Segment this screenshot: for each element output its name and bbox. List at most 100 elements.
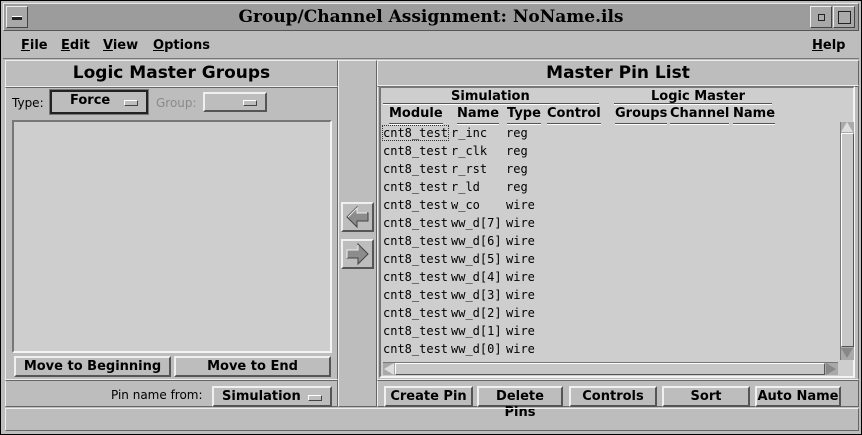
cell-type: reg — [506, 144, 528, 158]
cell-module: cnt8_test — [381, 125, 450, 141]
simulation-group-header: Simulation — [451, 89, 530, 104]
table-row[interactable]: cnt8_test ww_d[7] wire — [381, 216, 836, 232]
cell-name: ww_d[2] — [451, 306, 502, 320]
column-lm-name[interactable]: Name — [733, 106, 776, 125]
table-row[interactable]: cnt8_test r_inc reg — [381, 125, 836, 142]
move-to-end-button[interactable]: Move to End — [174, 356, 331, 377]
move-right-button[interactable] — [341, 239, 374, 269]
scroll-down-icon[interactable] — [841, 348, 853, 358]
cell-name: w_co — [451, 198, 480, 212]
groups-list[interactable] — [12, 120, 332, 353]
table-row[interactable]: cnt8_test ww_d[0] wire — [381, 342, 836, 358]
app-window: Group/Channel Assignment: NoName.ils Fil… — [0, 0, 862, 435]
cell-type: wire — [506, 342, 535, 356]
status-bar — [5, 408, 859, 431]
column-name[interactable]: Name — [457, 106, 500, 125]
type-label: Type: — [12, 96, 44, 110]
move-left-button[interactable] — [341, 202, 374, 232]
cell-type: reg — [506, 126, 528, 140]
cell-module: cnt8_test — [383, 306, 449, 320]
cell-type: wire — [506, 234, 535, 248]
menu-edit[interactable]: Edit — [61, 38, 90, 53]
table-row[interactable]: cnt8_test r_clk reg — [381, 144, 836, 160]
table-row[interactable]: cnt8_test ww_d[6] wire — [381, 234, 836, 250]
horizontal-scroll-thumb[interactable] — [395, 363, 825, 375]
transfer-column — [338, 60, 377, 407]
maximize-button[interactable] — [833, 6, 855, 28]
delete-pins-button[interactable]: Delete Pins — [477, 386, 563, 420]
cell-name: ww_d[5] — [451, 252, 502, 266]
arrow-right-icon — [346, 242, 369, 266]
cell-name: r_rst — [451, 162, 488, 176]
master-pin-list-heading: Master Pin List — [546, 63, 690, 83]
divider — [5, 379, 338, 381]
group-dropdown[interactable] — [203, 92, 267, 112]
cell-type: wire — [506, 198, 535, 212]
table-row[interactable]: cnt8_test r_rst reg — [381, 162, 836, 178]
scroll-up-icon[interactable] — [841, 122, 853, 132]
cell-name: ww_d[3] — [451, 288, 502, 302]
sort-button[interactable]: Sort — [662, 386, 750, 407]
table-row[interactable]: cnt8_test ww_d[2] wire — [381, 306, 836, 322]
cell-module: cnt8_test — [383, 252, 449, 266]
scroll-right-icon[interactable] — [826, 363, 836, 375]
logic-master-groups-heading: Logic Master Groups — [72, 63, 271, 83]
move-to-beginning-button[interactable]: Move to Beginning — [14, 356, 171, 377]
cell-type: wire — [506, 324, 535, 338]
cell-module: cnt8_test — [383, 342, 449, 356]
table-row[interactable]: cnt8_test ww_d[5] wire — [381, 252, 836, 268]
cell-module: cnt8_test — [383, 288, 449, 302]
table-row[interactable]: cnt8_test r_ld reg — [381, 180, 836, 196]
cell-module: cnt8_test — [383, 180, 449, 194]
simulation-group-rule — [383, 103, 599, 105]
column-type[interactable]: Type — [507, 106, 541, 125]
cell-name: ww_d[6] — [451, 234, 502, 248]
vertical-scroll-thumb[interactable] — [841, 133, 854, 347]
cell-module: cnt8_test — [383, 324, 449, 338]
menu-help[interactable]: Help — [812, 38, 845, 53]
cell-module: cnt8_test — [383, 198, 449, 212]
cell-type: reg — [506, 180, 528, 194]
maximize-icon — [838, 11, 851, 24]
table-row[interactable]: cnt8_test w_co wire — [381, 198, 836, 214]
cell-type: wire — [506, 288, 535, 302]
horizontal-scrollbar[interactable] — [383, 362, 838, 375]
cell-name: ww_d[4] — [451, 270, 502, 284]
table-row[interactable]: cnt8_test ww_d[4] wire — [381, 270, 836, 286]
menu-options[interactable]: Options — [153, 38, 210, 53]
controls-button[interactable]: Controls — [569, 386, 657, 407]
cell-module: cnt8_test — [383, 234, 449, 248]
column-groups[interactable]: Groups — [615, 106, 668, 125]
cell-type: wire — [506, 252, 535, 266]
table-row[interactable]: cnt8_test ww_d[3] wire — [381, 288, 836, 304]
dropdown-indicator-icon — [124, 100, 138, 106]
dropdown-indicator-icon — [243, 100, 257, 106]
menu-view[interactable]: View — [103, 38, 138, 53]
pin-list-table[interactable]: Simulation Logic Master Module Name Type… — [379, 86, 855, 378]
cell-name: ww_d[0] — [451, 342, 502, 356]
divider — [377, 379, 859, 381]
logic-master-group-header: Logic Master — [651, 89, 746, 104]
column-module[interactable]: Module — [389, 106, 443, 125]
cell-module: cnt8_test — [383, 162, 449, 176]
cell-module: cnt8_test — [383, 270, 449, 284]
scroll-left-icon[interactable] — [384, 363, 394, 375]
cell-name: r_clk — [451, 144, 488, 158]
cell-type: reg — [506, 162, 528, 176]
pin-name-from-label: Pin name from: — [111, 388, 203, 402]
menu-file[interactable]: File — [21, 38, 48, 53]
type-dropdown[interactable]: Force — [49, 89, 149, 115]
menu-bar: File Edit View Options Help — [3, 32, 859, 59]
divider — [5, 86, 338, 88]
minimize-icon — [818, 14, 825, 21]
auto-name-button[interactable]: Auto Name — [755, 386, 841, 407]
column-channel[interactable]: Channel — [670, 106, 730, 125]
type-dropdown-value: Force — [70, 93, 111, 108]
column-control[interactable]: Control — [547, 106, 601, 125]
vertical-scrollbar[interactable] — [840, 122, 854, 360]
title-bar[interactable]: Group/Channel Assignment: NoName.ils — [3, 3, 859, 31]
pin-name-from-dropdown[interactable]: Simulation — [212, 386, 332, 407]
minimize-button[interactable] — [810, 6, 832, 28]
table-row[interactable]: cnt8_test ww_d[1] wire — [381, 324, 836, 340]
create-pin-button[interactable]: Create Pin — [384, 386, 473, 407]
